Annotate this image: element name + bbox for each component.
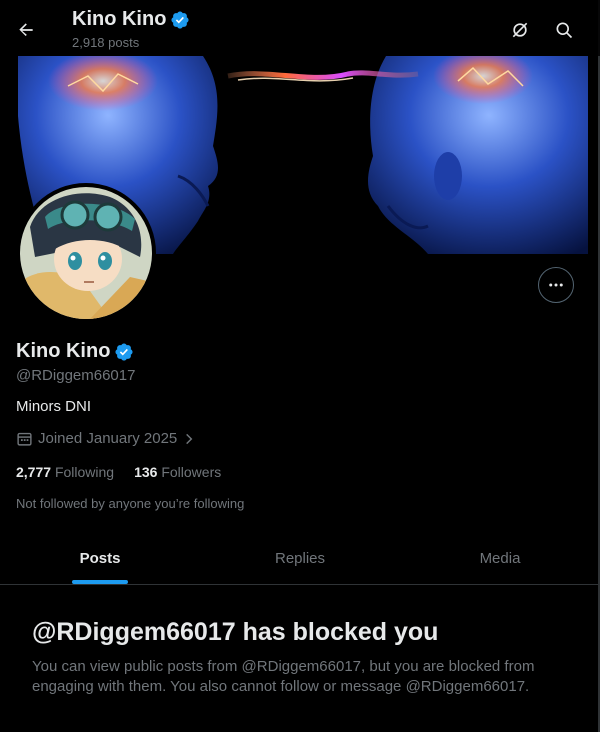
tab-label: Media (479, 550, 521, 567)
tab-label: Replies (274, 550, 326, 567)
active-tab-indicator (72, 580, 128, 584)
following-link[interactable]: 2,777 Following (16, 464, 114, 480)
chevron-right-icon[interactable] (182, 432, 196, 446)
search-button[interactable] (546, 12, 582, 48)
profile-bio: Minors DNI (16, 398, 92, 415)
blocked-message: You can view public posts from @RDiggem6… (32, 658, 535, 695)
avatar[interactable] (16, 183, 156, 323)
header-title-row: Kino Kino (72, 8, 190, 31)
following-count: 2,777 (16, 464, 52, 480)
post-count: 2,918 posts (72, 35, 140, 50)
profile-name: Kino Kino (16, 340, 111, 362)
profile-handle: @RDiggem66017 (16, 367, 136, 384)
followers-label: Followers (161, 464, 222, 480)
avatar-image (20, 187, 152, 319)
calendar-icon (17, 432, 32, 446)
tab-label: Posts (79, 550, 121, 567)
joined-date: Joined January 2025 (38, 430, 178, 447)
more-icon (549, 283, 563, 287)
more-button[interactable] (538, 267, 574, 303)
followers-count: 136 (134, 464, 158, 480)
following-label: Following (54, 464, 115, 480)
tab-media[interactable]: Media (400, 533, 600, 584)
header-title: Kino Kino (72, 8, 167, 30)
joined-date-row: Joined January 2025 (16, 430, 196, 447)
arrow-left-icon (19, 23, 33, 36)
profile-name-row: Kino Kino (16, 340, 134, 363)
verified-badge-icon[interactable] (114, 342, 134, 362)
sync-button[interactable] (502, 12, 538, 48)
blocked-title: @RDiggem66017 has blocked you (32, 618, 439, 646)
back-button[interactable] (8, 12, 44, 48)
follow-stats: 2,777 Following 136 Followers (16, 464, 221, 480)
top-bar: Kino Kino 2,918 posts (0, 0, 600, 56)
followers-link[interactable]: 136 Followers (134, 464, 221, 480)
tab-replies[interactable]: Replies (200, 533, 400, 584)
search-icon (556, 22, 573, 39)
tab-posts[interactable]: Posts (0, 533, 200, 584)
sync-icon (512, 22, 528, 38)
followed-by-text: Not followed by anyone you’re following (16, 496, 245, 511)
profile-tabs: Posts Replies Media (0, 533, 600, 585)
verified-badge-icon (171, 10, 189, 29)
